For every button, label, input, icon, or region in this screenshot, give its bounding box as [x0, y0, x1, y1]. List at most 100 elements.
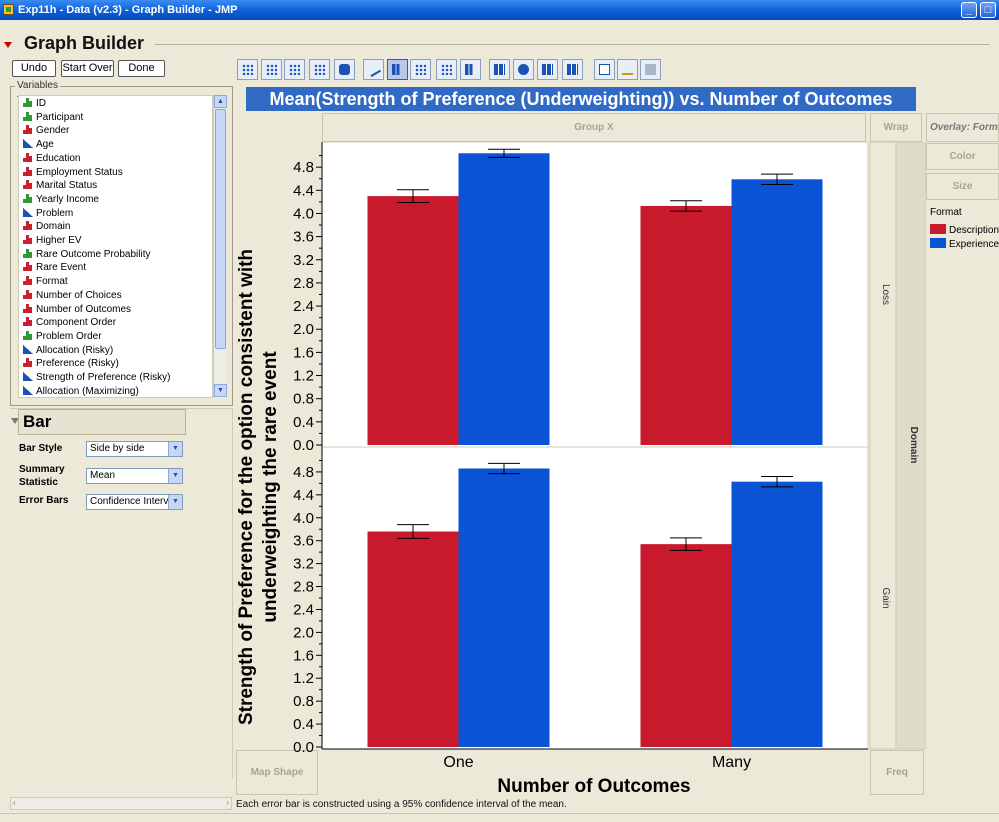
- wrap-zone[interactable]: Wrap: [870, 113, 922, 142]
- line-icon[interactable]: [363, 59, 384, 80]
- variable-item[interactable]: Rare Outcome Probability: [23, 248, 151, 261]
- bar-element-header[interactable]: Bar: [18, 409, 186, 435]
- variable-item[interactable]: Component Order: [23, 316, 116, 329]
- legend-item-experience[interactable]: Experience: [930, 238, 999, 251]
- continuous-variable-icon: [23, 344, 33, 354]
- variable-item[interactable]: Preference (Risky): [23, 357, 119, 370]
- variable-item[interactable]: Problem Order: [23, 330, 102, 343]
- bar-chart[interactable]: Domain 0.0 0.4 0.8 1.2 1.6 2.0 2.4 2.8 3.2 3.6 4.0 4…: [236, 142, 926, 798]
- x-axis-title[interactable]: Number of Outcomes: [497, 776, 690, 797]
- caption-icon[interactable]: [594, 59, 615, 80]
- variable-item[interactable]: Marital Status: [23, 179, 97, 192]
- bar-description-one[interactable]: [367, 531, 459, 747]
- ellipse-icon[interactable]: [309, 59, 330, 80]
- variable-label: ID: [36, 98, 46, 109]
- group-x-zone[interactable]: Group X: [322, 113, 866, 142]
- variable-item[interactable]: Allocation (Maximizing): [23, 385, 139, 398]
- bar-experience-many[interactable]: [731, 481, 823, 747]
- color-zone[interactable]: Color: [926, 143, 999, 170]
- bar-experience-one[interactable]: [458, 153, 550, 445]
- bar-description-one[interactable]: [367, 196, 459, 445]
- bar-style-select[interactable]: Side by side ▼: [86, 441, 183, 457]
- variable-item[interactable]: Gender: [23, 124, 69, 137]
- scroll-thumb[interactable]: [215, 109, 226, 349]
- y-tick-label: 0.4: [293, 414, 314, 431]
- variable-item[interactable]: Allocation (Risky): [23, 344, 113, 357]
- variable-item[interactable]: Rare Event: [23, 261, 86, 274]
- overlay-zone[interactable]: Overlay: Format: [926, 113, 999, 142]
- box-plot-icon[interactable]: [436, 59, 457, 80]
- bar-experience-many[interactable]: [731, 179, 823, 445]
- variables-list[interactable]: ID Participant Gender Age Education Employmen…: [18, 95, 213, 398]
- variable-item[interactable]: Employment Status: [23, 166, 123, 179]
- start-over-button[interactable]: Start Over: [61, 60, 114, 77]
- left-panel-hscrollbar[interactable]: ‹ ›: [10, 797, 232, 810]
- contour-points-icon[interactable]: [261, 59, 282, 80]
- variable-item[interactable]: Domain: [23, 220, 70, 233]
- variable-item[interactable]: ID: [23, 97, 46, 110]
- map-glyph: [645, 64, 656, 75]
- bar-experience-one[interactable]: [458, 468, 550, 747]
- variable-item[interactable]: Strength of Preference (Risky): [23, 371, 171, 384]
- variable-label: Rare Event: [36, 262, 87, 274]
- variable-item[interactable]: Format: [23, 275, 68, 288]
- variable-item[interactable]: Yearly Income: [23, 193, 99, 206]
- variable-item[interactable]: Number of Choices: [23, 289, 122, 302]
- map-icon[interactable]: [640, 59, 661, 80]
- points-icon[interactable]: [237, 59, 258, 80]
- summary-statistic-select[interactable]: Mean ▼: [86, 468, 183, 484]
- variable-label: Marital Status: [36, 180, 98, 192]
- y-axis-title-line1[interactable]: Strength of Preference for the option co…: [236, 249, 257, 725]
- area-icon[interactable]: [410, 59, 431, 80]
- variables-scrollbar[interactable]: ▲ ▼: [213, 95, 227, 398]
- scroll-down-icon[interactable]: ▼: [214, 384, 227, 397]
- y-tick-label: 4.4: [293, 487, 314, 504]
- bar-description-many[interactable]: [640, 205, 732, 445]
- y-axis-title-line2[interactable]: underweighting the rare event: [260, 351, 281, 623]
- done-button[interactable]: Done: [118, 60, 165, 77]
- legend-label: Experience: [949, 239, 999, 250]
- size-zone[interactable]: Size: [926, 173, 999, 200]
- nominal-variable-icon: [23, 303, 33, 313]
- variable-label: Gender: [36, 125, 70, 137]
- panel-splitter[interactable]: [232, 408, 233, 778]
- minimize-button[interactable]: _: [961, 2, 977, 18]
- mosaic-icon[interactable]: [562, 59, 583, 80]
- y-tick-label: 1.6: [293, 344, 314, 361]
- nominal-variable-icon: [23, 125, 33, 135]
- histogram-icon[interactable]: [460, 59, 481, 80]
- scroll-up-icon[interactable]: ▲: [214, 95, 227, 108]
- variable-item[interactable]: Problem: [23, 207, 73, 220]
- nominal-variable-icon: [23, 358, 33, 368]
- disclosure-triangle-icon[interactable]: [4, 42, 12, 48]
- bar-description-many[interactable]: [640, 544, 732, 747]
- chevron-down-icon: ▼: [168, 469, 182, 483]
- ordinal-variable-icon: [23, 111, 33, 121]
- x-tick-label: Many: [712, 754, 751, 771]
- treemap-icon[interactable]: [537, 59, 558, 80]
- scroll-left-icon[interactable]: ‹: [13, 798, 16, 807]
- density-icon[interactable]: [334, 59, 355, 80]
- ordinal-variable-icon: [23, 330, 33, 340]
- variable-label: Number of Outcomes: [36, 303, 132, 315]
- statistic-label: Statistic: [19, 477, 58, 488]
- variable-item[interactable]: Participant: [23, 111, 83, 124]
- pie-icon[interactable]: [513, 59, 534, 80]
- chart-title[interactable]: Mean(Strength of Preference (Underweight…: [246, 87, 916, 111]
- bar-icon[interactable]: [387, 59, 408, 80]
- maximize-button[interactable]: □: [980, 2, 996, 18]
- scroll-right-icon[interactable]: ›: [226, 798, 229, 807]
- summary-statistic-value: Mean: [90, 470, 116, 481]
- variable-item[interactable]: Higher EV: [23, 234, 82, 247]
- variable-item[interactable]: Number of Outcomes: [23, 303, 131, 316]
- smoother-icon[interactable]: [284, 59, 305, 80]
- variable-label: Format: [36, 276, 68, 288]
- formula-icon[interactable]: [617, 59, 638, 80]
- ordinal-variable-icon: [23, 248, 33, 258]
- variable-item[interactable]: Education: [23, 152, 80, 165]
- undo-button[interactable]: Undo: [12, 60, 56, 77]
- heatmap-icon[interactable]: [489, 59, 510, 80]
- error-bars-select[interactable]: Confidence Interval ▼: [86, 494, 183, 510]
- legend-item-description[interactable]: Description: [930, 224, 999, 237]
- variable-item[interactable]: Age: [23, 138, 54, 151]
